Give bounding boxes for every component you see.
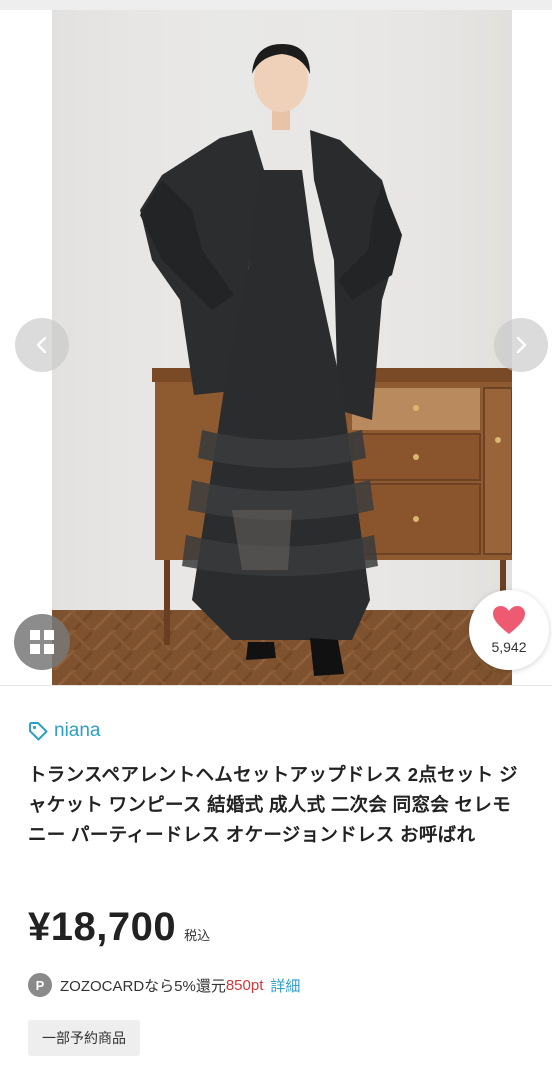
favorite-count: 5,942 [491, 639, 527, 655]
price-row: ¥18,700 税込 [28, 905, 210, 950]
favorite-button[interactable]: 5,942 [469, 590, 549, 670]
tag-icon [29, 722, 48, 741]
product-price: ¥18,700 [28, 905, 177, 949]
top-strip [0, 0, 552, 10]
product-title: トランスペアレントヘムセットアップドレス 2点セット ジャケット ワンピース 結… [28, 764, 518, 845]
brand-link[interactable]: niana [28, 720, 101, 742]
chevron-left-icon [36, 336, 47, 354]
image-grid-button[interactable] [14, 614, 70, 670]
next-image-button[interactable] [494, 318, 548, 372]
brand-name[interactable]: niana [54, 720, 101, 742]
tax-label: 税込 [184, 928, 211, 943]
points-detail-link[interactable]: 詳細 [270, 975, 300, 996]
divider [0, 685, 552, 686]
points-amount: 850pt [225, 976, 264, 994]
previous-image-button[interactable] [15, 318, 69, 372]
points-info: P ZOZOCARDなら5%還元 850pt 詳細 [28, 973, 300, 997]
points-text: ZOZOCARDなら5%還元 [60, 977, 226, 995]
points-badge-icon: P [28, 973, 52, 997]
preorder-tag: 一部予約商品 [28, 1020, 140, 1056]
product-photo-illustration [52, 10, 512, 685]
product-photo[interactable] [52, 10, 512, 685]
product-image-gallery[interactable]: 5,942 [0, 10, 552, 685]
chevron-right-icon [516, 336, 527, 354]
heart-icon [493, 606, 525, 634]
grid-icon [30, 630, 54, 654]
